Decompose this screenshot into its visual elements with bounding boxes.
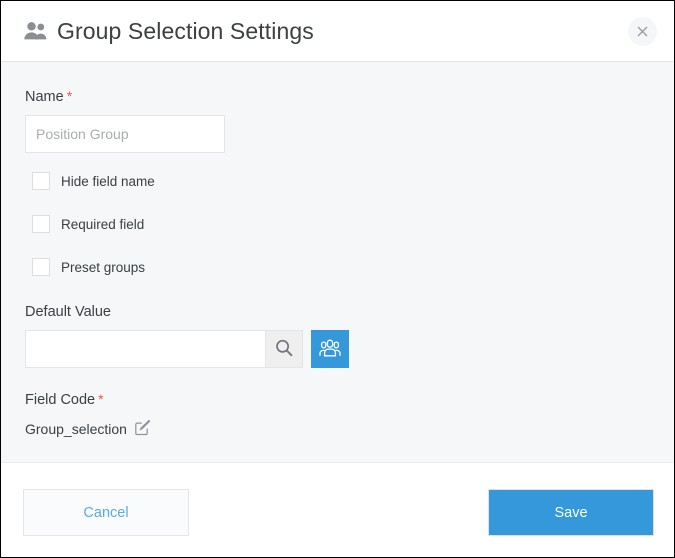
name-input[interactable] (25, 115, 225, 153)
save-button[interactable]: Save (488, 489, 654, 536)
name-required-marker: * (66, 88, 73, 104)
checkbox-row-hide-field-name[interactable]: Hide field name (25, 172, 650, 190)
field-code-group: Field Code * Group_selection (25, 391, 650, 439)
dialog-header: Group Selection Settings (1, 1, 674, 62)
field-code-value: Group_selection (25, 421, 127, 437)
dialog-footer: Cancel Save (1, 462, 674, 557)
default-value-row (25, 330, 650, 368)
group-users-icon (318, 338, 342, 361)
options-checkbox-list: Hide field name Required field Preset gr… (25, 172, 650, 276)
name-label-text: Name (25, 89, 64, 105)
field-code-label: Field Code * (25, 391, 650, 408)
page-title: Group Selection Settings (57, 17, 314, 44)
checkbox-required-field[interactable] (32, 215, 50, 233)
edit-pencil-icon (134, 419, 151, 439)
checkbox-label-preset-groups: Preset groups (61, 259, 146, 275)
group-users-icon (23, 18, 49, 44)
name-field-group: Name * (25, 88, 650, 153)
default-value-field-group: Default Value (25, 304, 650, 368)
search-button[interactable] (265, 330, 303, 368)
dialog-body: Name* Hide field name Required field Pre… (1, 62, 674, 462)
group-selection-settings-dialog: Group Selection Settings Name* Hide fiel… (0, 0, 675, 558)
field-code-required-marker: * (98, 391, 104, 407)
checkbox-preset-groups[interactable] (32, 258, 50, 276)
checkbox-hide-field-name[interactable] (32, 172, 50, 190)
checkbox-row-preset-groups[interactable]: Preset groups (25, 258, 650, 276)
edit-field-code-button[interactable] (134, 419, 151, 439)
default-value-input[interactable] (25, 330, 265, 368)
select-group-button[interactable] (311, 330, 349, 368)
checkbox-label-required-field: Required field (61, 216, 145, 232)
name-label: Name * (25, 88, 650, 105)
cancel-button[interactable]: Cancel (23, 489, 189, 536)
checkbox-label-hide-field-name: Hide field name (61, 173, 155, 189)
checkbox-row-required-field[interactable]: Required field (25, 215, 650, 233)
close-icon (637, 26, 648, 37)
default-value-label: Default Value (25, 304, 111, 320)
search-icon (274, 338, 294, 361)
close-button[interactable] (628, 17, 657, 46)
field-code-label-text: Field Code (25, 392, 96, 408)
field-code-row: Group_selection (25, 419, 650, 439)
